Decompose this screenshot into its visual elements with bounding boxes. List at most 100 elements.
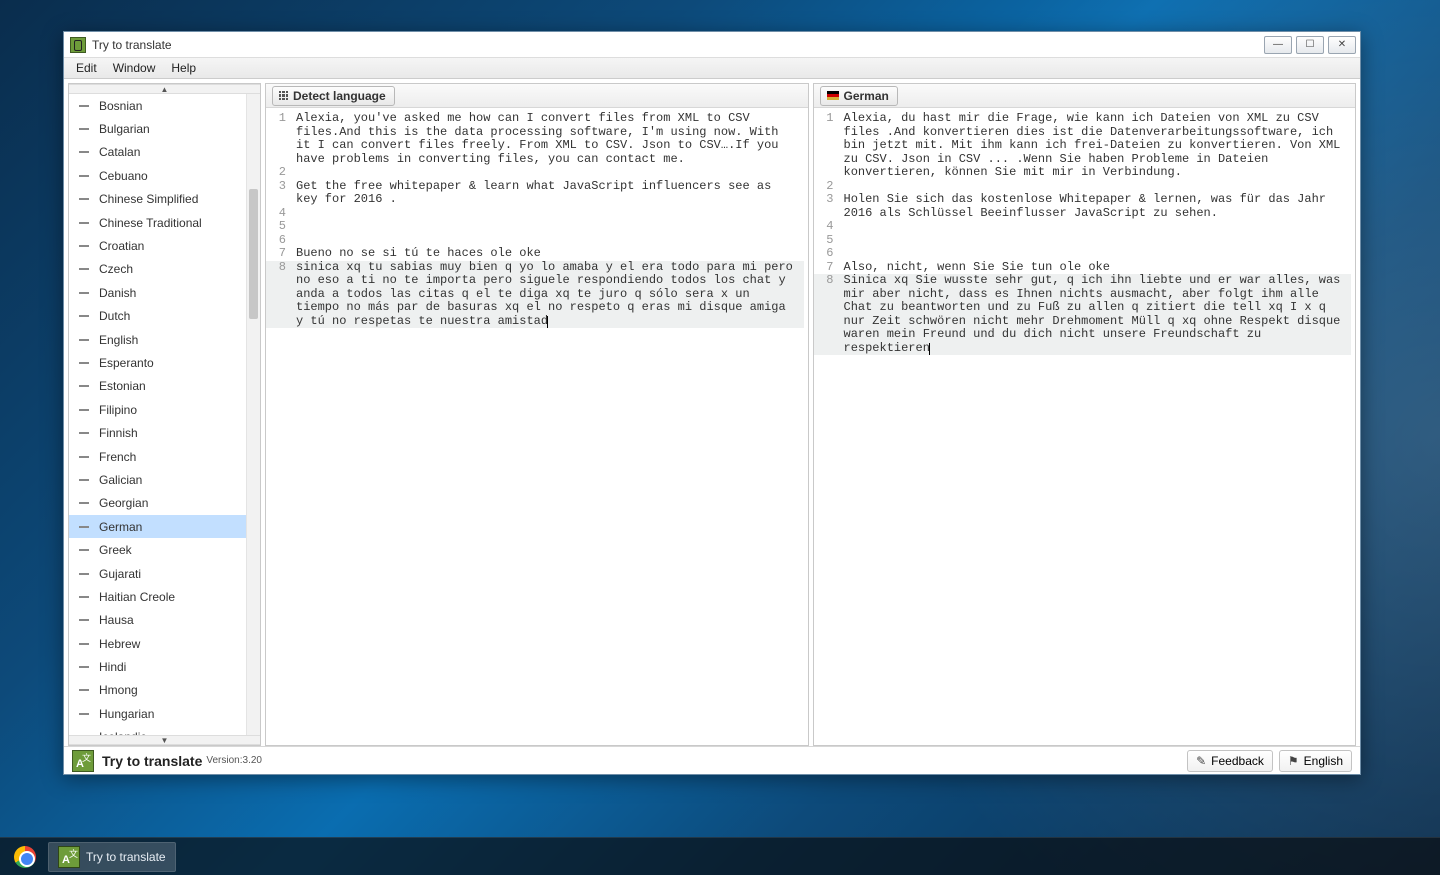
feedback-button[interactable]: Feedback — [1187, 750, 1273, 772]
lang-glyph-icon — [79, 409, 89, 411]
language-label: Hindi — [99, 660, 126, 674]
language-item-filipino[interactable]: Filipino — [69, 398, 260, 421]
german-flag-icon — [827, 91, 839, 100]
english-label: English — [1304, 754, 1343, 768]
pen-icon — [1196, 754, 1206, 768]
lang-glyph-icon — [79, 549, 89, 551]
language-item-hebrew[interactable]: Hebrew — [69, 632, 260, 655]
language-item-czech[interactable]: Czech — [69, 258, 260, 281]
lang-glyph-icon — [79, 596, 89, 598]
lang-glyph-icon — [79, 619, 89, 621]
line-text[interactable]: Get the free whitepaper & learn what Jav… — [294, 180, 804, 207]
language-item-georgian[interactable]: Georgian — [69, 492, 260, 515]
language-item-croatian[interactable]: Croatian — [69, 234, 260, 257]
scrollbar-thumb[interactable] — [249, 189, 258, 319]
language-label: Hungarian — [99, 707, 154, 721]
detect-language-button[interactable]: Detect language — [272, 86, 395, 106]
language-item-cebuano[interactable]: Cebuano — [69, 164, 260, 187]
taskbar[interactable]: Try to translate — [0, 837, 1440, 875]
language-label: Georgian — [99, 496, 148, 510]
lang-glyph-icon — [79, 666, 89, 668]
chrome-icon — [14, 846, 36, 868]
language-item-icelandic[interactable]: Icelandic — [69, 726, 260, 735]
language-item-hmong[interactable]: Hmong — [69, 679, 260, 702]
line-number: 4 — [266, 207, 294, 221]
taskbar-chrome[interactable] — [4, 842, 46, 872]
language-item-chinese-traditional[interactable]: Chinese Traditional — [69, 211, 260, 234]
language-item-esperanto[interactable]: Esperanto — [69, 351, 260, 374]
language-item-estonian[interactable]: Estonian — [69, 375, 260, 398]
menu-window[interactable]: Window — [105, 59, 164, 77]
line-text[interactable] — [294, 207, 804, 221]
close-button[interactable]: ✕ — [1328, 36, 1356, 54]
taskbar-app-icon — [58, 846, 80, 868]
language-item-hausa[interactable]: Hausa — [69, 609, 260, 632]
lang-scroll-down[interactable]: ▼ — [69, 735, 260, 745]
line-text[interactable]: Bueno no se si tú te haces ole oke — [294, 247, 804, 261]
line-text[interactable] — [842, 220, 1352, 234]
taskbar-app[interactable]: Try to translate — [48, 842, 176, 872]
language-item-dutch[interactable]: Dutch — [69, 305, 260, 328]
line-number: 6 — [814, 247, 842, 261]
language-item-catalan[interactable]: Catalan — [69, 141, 260, 164]
target-editor-body[interactable]: 1Alexia, du hast mir die Frage, wie kann… — [814, 108, 1356, 745]
line-text[interactable] — [842, 180, 1352, 194]
menubar: Edit Window Help — [64, 57, 1360, 79]
language-item-german[interactable]: German — [69, 515, 260, 538]
lang-glyph-icon — [79, 362, 89, 364]
line-text[interactable]: Also, nicht, wenn Sie Sie tun ole oke — [842, 261, 1352, 275]
language-item-bulgarian[interactable]: Bulgarian — [69, 117, 260, 140]
language-item-hindi[interactable]: Hindi — [69, 655, 260, 678]
lang-glyph-icon — [79, 573, 89, 575]
line-number: 3 — [266, 180, 294, 207]
language-item-chinese-simplified[interactable]: Chinese Simplified — [69, 188, 260, 211]
line-text[interactable] — [842, 234, 1352, 248]
line-text[interactable] — [842, 247, 1352, 261]
line-text[interactable] — [294, 234, 804, 248]
source-editor-body[interactable]: 1Alexia, you've asked me how can I conve… — [266, 108, 808, 745]
language-item-haitian-creole[interactable]: Haitian Creole — [69, 585, 260, 608]
line-text[interactable]: Sinica xq Sie wusste sehr gut, q ich ihn… — [842, 274, 1352, 355]
target-language-button[interactable]: German — [820, 86, 898, 106]
feedback-label: Feedback — [1211, 754, 1264, 768]
statusbar: Try to translate Version:3.20 Feedback E… — [64, 746, 1360, 774]
lang-scroll-up[interactable]: ▲ — [69, 84, 260, 94]
language-item-bosnian[interactable]: Bosnian — [69, 94, 260, 117]
lang-glyph-icon — [79, 456, 89, 458]
line-number: 8 — [266, 261, 294, 329]
language-item-english[interactable]: English — [69, 328, 260, 351]
line-text[interactable] — [294, 166, 804, 180]
line-text[interactable]: Holen Sie sich das kostenlose Whitepaper… — [842, 193, 1352, 220]
menu-help[interactable]: Help — [163, 59, 204, 77]
source-editor-panel: Detect language 1Alexia, you've asked me… — [265, 83, 809, 746]
language-scrollbar[interactable] — [246, 94, 260, 735]
menu-edit[interactable]: Edit — [68, 59, 105, 77]
language-item-french[interactable]: French — [69, 445, 260, 468]
language-item-finnish[interactable]: Finnish — [69, 421, 260, 444]
titlebar[interactable]: Try to translate — ☐ ✕ — [64, 32, 1360, 57]
language-item-greek[interactable]: Greek — [69, 538, 260, 561]
lang-glyph-icon — [79, 479, 89, 481]
english-button[interactable]: English — [1279, 750, 1352, 772]
line-text[interactable]: Alexia, you've asked me how can I conver… — [294, 112, 804, 166]
line-number: 1 — [814, 112, 842, 180]
language-label: French — [99, 450, 136, 464]
language-item-danish[interactable]: Danish — [69, 281, 260, 304]
maximize-button[interactable]: ☐ — [1296, 36, 1324, 54]
language-label: Hebrew — [99, 637, 140, 651]
flag-icon — [1288, 754, 1299, 768]
lang-glyph-icon — [79, 315, 89, 317]
language-item-gujarati[interactable]: Gujarati — [69, 562, 260, 585]
language-list[interactable]: BosnianBulgarianCatalanCebuanoChinese Si… — [69, 94, 260, 735]
line-number: 3 — [814, 193, 842, 220]
language-item-hungarian[interactable]: Hungarian — [69, 702, 260, 725]
line-text[interactable] — [294, 220, 804, 234]
line-text[interactable]: sinica xq tu sabias muy bien q yo lo ama… — [294, 261, 804, 329]
line-text[interactable]: Alexia, du hast mir die Frage, wie kann … — [842, 112, 1352, 180]
line-number: 2 — [814, 180, 842, 194]
target-language-label: German — [844, 89, 889, 103]
language-label: Greek — [99, 543, 132, 557]
lang-glyph-icon — [79, 198, 89, 200]
minimize-button[interactable]: — — [1264, 36, 1292, 54]
language-item-galician[interactable]: Galician — [69, 468, 260, 491]
